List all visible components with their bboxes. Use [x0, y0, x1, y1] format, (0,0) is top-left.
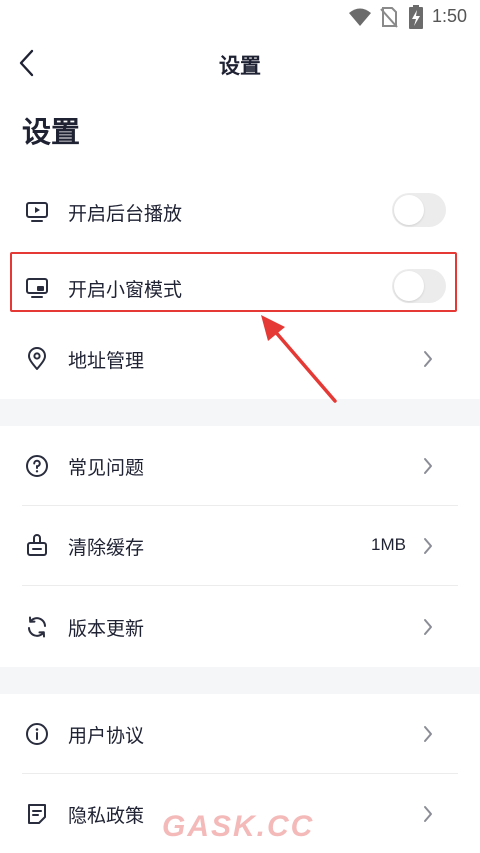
- location-pin-icon: [28, 347, 46, 370]
- chevron-right-icon: [424, 351, 432, 367]
- settings-row-version-update[interactable]: 版本更新: [0, 587, 480, 667]
- chevron-right-icon: [424, 538, 432, 554]
- settings-row-label: 版本更新: [68, 618, 145, 640]
- row-divider: [22, 585, 458, 586]
- settings-row-label: 清除缓存: [68, 537, 145, 559]
- cache-size-value: 1MB: [371, 535, 406, 554]
- highlight-box: [10, 252, 457, 312]
- settings-row-faq[interactable]: 常见问题: [0, 426, 480, 506]
- section-divider: [0, 667, 480, 694]
- toggle-knob: [394, 195, 424, 225]
- clear-cache-icon: [27, 534, 47, 556]
- settings-row-label: 隐私政策: [68, 805, 145, 827]
- nav-title: 设置: [219, 54, 261, 78]
- background-play-toggle[interactable]: [392, 193, 446, 227]
- chevron-right-icon: [424, 726, 432, 742]
- settings-row-label: 开启后台播放: [68, 203, 183, 225]
- chevron-right-icon: [424, 806, 432, 822]
- wifi-icon: [349, 8, 371, 26]
- page-title: 设置: [22, 115, 81, 149]
- top-nav: 设置: [0, 34, 480, 92]
- status-time: 1:50: [432, 6, 468, 26]
- watermark: GASK.CC: [162, 810, 315, 843]
- settings-row-clear-cache[interactable]: 清除缓存 1MB: [0, 506, 480, 586]
- settings-row-user-agreement[interactable]: 用户协议: [0, 694, 480, 774]
- help-circle-icon: [26, 455, 48, 477]
- settings-row-label: 用户协议: [68, 725, 145, 747]
- settings-row-label: 常见问题: [68, 457, 145, 479]
- no-sim-icon: [380, 7, 398, 28]
- section-divider: [0, 399, 480, 426]
- status-bar: 1:50: [0, 0, 480, 34]
- refresh-icon: [28, 616, 46, 638]
- settings-row-address[interactable]: 地址管理: [0, 319, 480, 399]
- tv-play-icon: [26, 202, 48, 222]
- battery-charging-icon: [409, 5, 423, 29]
- chevron-right-icon: [424, 458, 432, 474]
- info-circle-icon: [26, 723, 48, 745]
- document-icon: [28, 804, 46, 824]
- red-arrow-icon: [261, 315, 337, 403]
- settings-row-background-play: 开启后台播放: [0, 172, 480, 252]
- settings-row-label: 地址管理: [68, 350, 145, 372]
- chevron-right-icon: [424, 619, 432, 635]
